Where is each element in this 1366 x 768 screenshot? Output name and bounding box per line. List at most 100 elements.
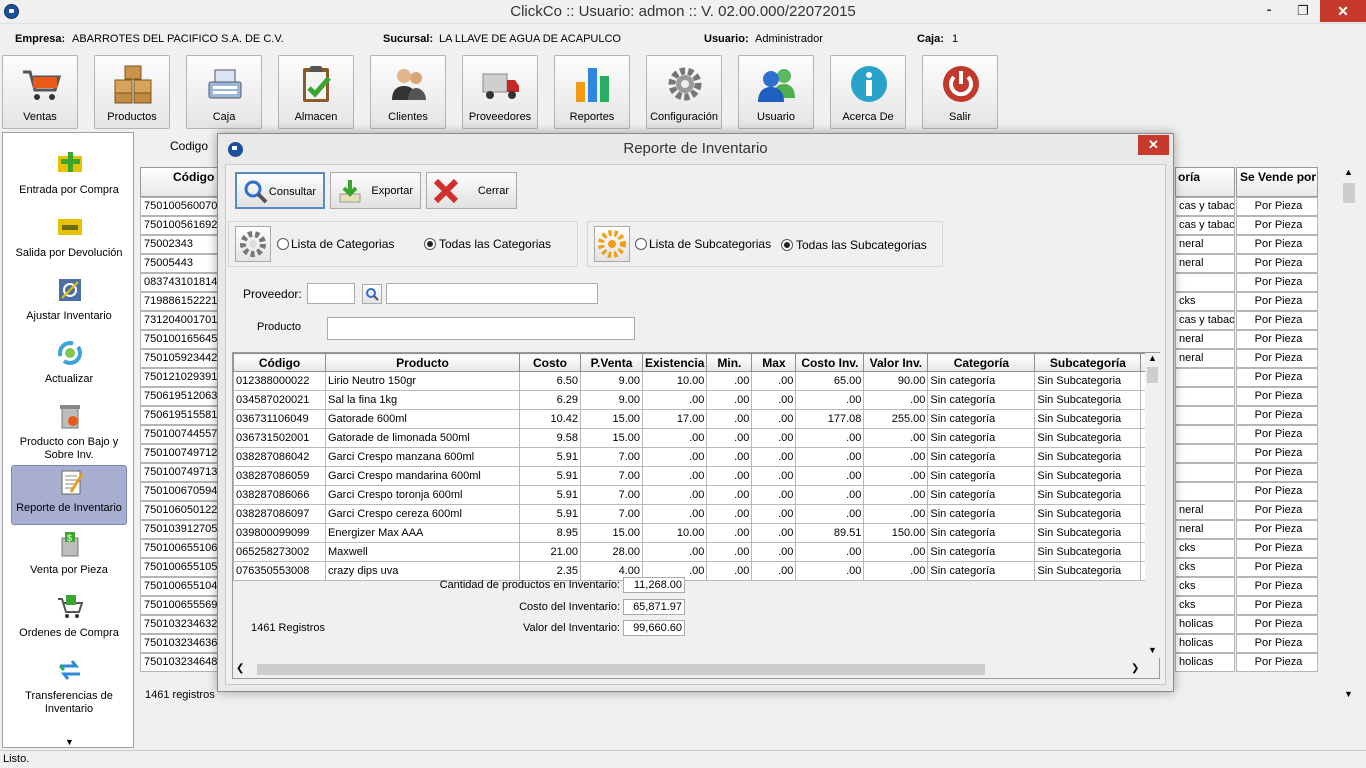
categorias-gear-button[interactable]	[235, 226, 271, 262]
table-cell[interactable]: .00	[795, 390, 865, 410]
table-cell[interactable]: .00	[641, 466, 708, 486]
bg-cell-categoria[interactable]	[1175, 273, 1235, 292]
bg-cell-se-vende[interactable]: Por Pieza	[1236, 634, 1318, 653]
scroll-thumb[interactable]	[1343, 183, 1355, 203]
table-cell[interactable]: .00	[751, 390, 797, 410]
salir-button[interactable]: Salir	[922, 55, 998, 129]
bg-column-codigo[interactable]: Código	[140, 167, 218, 197]
bg-cell-se-vende[interactable]: Por Pieza	[1236, 653, 1318, 672]
table-cell[interactable]: .00	[751, 428, 797, 448]
bg-cell-categoria[interactable]	[1175, 463, 1235, 482]
bg-cell-se-vende[interactable]: Por Pieza	[1236, 330, 1318, 349]
table-cell[interactable]: .00	[706, 428, 753, 448]
table-cell[interactable]: .00	[706, 371, 753, 391]
sidebar-item-reporte-inventario[interactable]: Reporte de Inventario	[11, 465, 127, 525]
table-cell[interactable]: Garci Crespo mandarina 600ml	[325, 466, 520, 486]
table-cell[interactable]: .00	[795, 561, 865, 581]
cerrar-button[interactable]: Cerrar	[426, 172, 517, 209]
sidebar-item-actualizar[interactable]: Actualizar	[11, 337, 127, 397]
table-cell[interactable]: 065258273002	[233, 542, 326, 562]
bg-cell-categoria[interactable]	[1175, 444, 1235, 463]
table-cell[interactable]: Energizer Max AAA	[325, 523, 520, 543]
bg-cell-se-vende[interactable]: Por Pieza	[1236, 235, 1318, 254]
bg-cell-se-vende[interactable]: Por Pieza	[1236, 254, 1318, 273]
table-cell[interactable]: .00	[795, 504, 865, 524]
table-cell[interactable]: Sin Subcategoria	[1034, 485, 1142, 505]
bg-cell-se-vende[interactable]: Por Pieza	[1236, 406, 1318, 425]
sidebar-scroll-down-icon[interactable]: ▼	[65, 737, 74, 747]
table-cell[interactable]: .00	[641, 447, 708, 467]
table-cell[interactable]: 5.91	[519, 447, 581, 467]
table-cell[interactable]: Sin Subcategoria	[1034, 371, 1142, 391]
bg-cell-categoria[interactable]: cas y tabaco	[1175, 197, 1235, 216]
table-cell[interactable]: 17.00	[641, 409, 708, 429]
table-cell[interactable]: 034587020021	[233, 390, 326, 410]
lista-categorias-radio[interactable]	[277, 238, 289, 250]
proveedor-search-button[interactable]	[362, 284, 382, 304]
bg-cell-codigo[interactable]: 750100749713	[140, 463, 218, 482]
table-cell[interactable]: 039800099099	[233, 523, 326, 543]
table-cell[interactable]: Gatorade 600ml	[325, 409, 520, 429]
table-cell[interactable]: .00	[751, 523, 797, 543]
bg-cell-codigo[interactable]: 750105923442	[140, 349, 218, 368]
table-cell[interactable]: Sin Subcategoria	[1034, 523, 1142, 543]
todas-subcategorias-radio[interactable]	[781, 239, 793, 251]
bg-cell-categoria[interactable]: neral	[1175, 349, 1235, 368]
table-cell[interactable]: 038287086066	[233, 485, 326, 505]
bg-column-se-vende[interactable]: Se Vende por	[1236, 167, 1318, 197]
bg-cell-categoria[interactable]: neral	[1175, 235, 1235, 254]
bg-cell-codigo[interactable]: 750100655106	[140, 539, 218, 558]
table-cell[interactable]: .00	[751, 409, 797, 429]
bg-cell-categoria[interactable]	[1175, 482, 1235, 501]
table-cell[interactable]: 28.00	[580, 542, 643, 562]
table-cell[interactable]: Sin Subcategoria	[1034, 409, 1142, 429]
exportar-button[interactable]: Exportar	[330, 172, 421, 209]
table-cell[interactable]: Sin categoría	[927, 485, 1036, 505]
table-cell[interactable]: 6.50	[519, 371, 581, 391]
table-cell[interactable]: .00	[795, 428, 865, 448]
bg-cell-se-vende[interactable]: Por Pieza	[1236, 444, 1318, 463]
table-cell[interactable]: Garci Crespo manzana 600ml	[325, 447, 520, 467]
column-header[interactable]: Costo Inv.	[795, 353, 865, 372]
table-cell[interactable]: 255.00	[863, 409, 929, 429]
bg-cell-categoria[interactable]: cks	[1175, 558, 1235, 577]
table-cell[interactable]: 2.35	[519, 561, 581, 581]
consultar-button[interactable]: Consultar	[235, 172, 325, 209]
table-cell[interactable]: .00	[706, 542, 753, 562]
table-cell[interactable]: .00	[706, 409, 753, 429]
table-cell[interactable]: 21.00	[519, 542, 581, 562]
table-cell[interactable]: 5.91	[519, 466, 581, 486]
table-cell[interactable]: .00	[641, 504, 708, 524]
bg-cell-categoria[interactable]: cks	[1175, 596, 1235, 615]
table-cell[interactable]: .00	[795, 466, 865, 486]
table-cell[interactable]: 9.00	[580, 390, 643, 410]
bg-cell-se-vende[interactable]: Por Pieza	[1236, 216, 1318, 235]
table-cell[interactable]: 10.42	[519, 409, 581, 429]
table-cell[interactable]: 8.95	[519, 523, 581, 543]
bg-cell-se-vende[interactable]: Por Pieza	[1236, 349, 1318, 368]
column-header[interactable]: Min.	[706, 353, 753, 372]
bg-cell-codigo[interactable]: 750103234632	[140, 615, 218, 634]
table-cell[interactable]: 7.00	[580, 447, 643, 467]
bg-cell-codigo[interactable]: 750100744557	[140, 425, 218, 444]
proveedores-button[interactable]: Proveedores	[462, 55, 538, 129]
table-cell[interactable]: .00	[641, 390, 708, 410]
bg-cell-se-vende[interactable]: Por Pieza	[1236, 577, 1318, 596]
table-cell[interactable]: 076350553008	[233, 561, 326, 581]
table-row[interactable]: 076350553008 crazy dips uva 2.35 4.00.00.00…	[233, 561, 1150, 581]
table-cell[interactable]: .00	[641, 485, 708, 505]
table-cell[interactable]: .00	[751, 466, 797, 486]
bg-cell-se-vende[interactable]: Por Pieza	[1236, 387, 1318, 406]
todas-categorias-radio[interactable]	[424, 238, 436, 250]
bg-cell-categoria[interactable]: neral	[1175, 330, 1235, 349]
bg-cell-categoria[interactable]: cks	[1175, 292, 1235, 311]
table-cell[interactable]: .00	[706, 561, 753, 581]
bg-cell-categoria[interactable]	[1175, 406, 1235, 425]
bg-cell-se-vende[interactable]: Por Pieza	[1236, 501, 1318, 520]
table-cell[interactable]: 177.08	[795, 409, 865, 429]
table-cell[interactable]: Sin categoría	[927, 561, 1036, 581]
grid-horizontal-scrollbar[interactable]: ❮ ❯	[233, 661, 1145, 678]
scroll-left-icon[interactable]: ❮	[236, 663, 244, 674]
scroll-up-icon[interactable]: ▲	[1148, 353, 1157, 363]
table-cell[interactable]: Garci Crespo toronja 600ml	[325, 485, 520, 505]
